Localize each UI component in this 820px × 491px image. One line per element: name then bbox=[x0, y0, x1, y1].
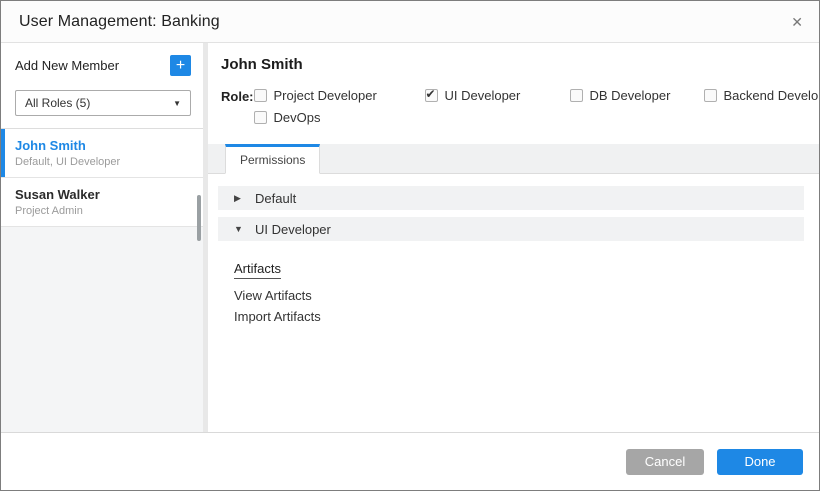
member-item-john-smith[interactable]: John Smith Default, UI Developer bbox=[1, 129, 203, 178]
permission-item-view-artifacts: View Artifacts bbox=[234, 288, 804, 303]
tab-permissions[interactable]: Permissions bbox=[225, 144, 320, 174]
dialog-body: Add New Member + All Roles (5) ▼ John Sm… bbox=[1, 43, 819, 432]
chevron-down-icon: ▼ bbox=[234, 224, 246, 234]
accordion-label: UI Developer bbox=[255, 222, 331, 237]
member-name: John Smith bbox=[15, 138, 189, 153]
cancel-button[interactable]: Cancel bbox=[626, 449, 704, 475]
checkbox-label: Backend Developer bbox=[724, 88, 820, 103]
permission-groups-accordion: ▶ Default ▼ UI Developer bbox=[218, 186, 804, 241]
chevron-down-icon: ▼ bbox=[173, 99, 181, 108]
detail-tabbar: Permissions bbox=[208, 144, 819, 174]
checkbox-db-developer[interactable]: DB Developer bbox=[570, 88, 704, 103]
members-sidebar: Add New Member + All Roles (5) ▼ John Sm… bbox=[1, 43, 203, 432]
chevron-right-icon: ▶ bbox=[234, 193, 246, 204]
member-list: John Smith Default, UI Developer Susan W… bbox=[1, 129, 203, 227]
role-assignment-row: Role: Project Developer UI Developer DB … bbox=[221, 88, 804, 125]
dialog-footer: Cancel Done bbox=[1, 432, 819, 490]
sidebar-header: Add New Member + All Roles (5) ▼ bbox=[1, 43, 203, 129]
checkbox-icon[interactable] bbox=[570, 89, 583, 102]
dialog-title: User Management: Banking bbox=[19, 13, 220, 31]
checkbox-checked-icon[interactable] bbox=[425, 89, 438, 102]
accordion-label: Default bbox=[255, 191, 296, 206]
member-name: Susan Walker bbox=[15, 187, 189, 202]
member-detail-panel: John Smith Role: Project Developer UI De… bbox=[208, 43, 819, 432]
add-member-row: Add New Member + bbox=[15, 52, 191, 78]
member-roles: Default, UI Developer bbox=[15, 156, 189, 168]
permissions-section-title: Artifacts bbox=[234, 261, 281, 279]
close-icon[interactable]: ✕ bbox=[791, 15, 803, 29]
checkbox-label: DevOps bbox=[274, 110, 321, 125]
role-checkbox-grid: Project Developer UI Developer DB Develo… bbox=[254, 88, 820, 125]
roles-filter-value: All Roles (5) bbox=[25, 96, 90, 110]
accordion-row-ui-developer[interactable]: ▼ UI Developer bbox=[218, 217, 804, 241]
roles-filter-select[interactable]: All Roles (5) ▼ bbox=[15, 90, 191, 116]
checkbox-icon[interactable] bbox=[704, 89, 717, 102]
checkbox-label: UI Developer bbox=[445, 88, 521, 103]
checkbox-devops[interactable]: DevOps bbox=[254, 110, 425, 125]
member-roles: Project Admin bbox=[15, 205, 189, 217]
checkbox-label: Project Developer bbox=[274, 88, 377, 103]
add-member-label: Add New Member bbox=[15, 58, 119, 73]
sidebar-scrollbar-thumb[interactable] bbox=[197, 195, 201, 241]
checkbox-icon[interactable] bbox=[254, 111, 267, 124]
checkbox-backend-developer[interactable]: Backend Developer bbox=[704, 88, 820, 103]
checkbox-label: DB Developer bbox=[590, 88, 671, 103]
user-management-dialog: User Management: Banking ✕ Add New Membe… bbox=[0, 0, 820, 491]
dialog-titlebar: User Management: Banking ✕ bbox=[1, 1, 819, 43]
role-label: Role: bbox=[221, 88, 254, 104]
done-button[interactable]: Done bbox=[717, 449, 803, 475]
checkbox-ui-developer[interactable]: UI Developer bbox=[425, 88, 570, 103]
checkbox-project-developer[interactable]: Project Developer bbox=[254, 88, 425, 103]
checkbox-icon[interactable] bbox=[254, 89, 267, 102]
member-item-susan-walker[interactable]: Susan Walker Project Admin bbox=[1, 178, 203, 227]
permissions-detail: Artifacts View Artifacts Import Artifact… bbox=[234, 260, 804, 324]
permission-item-import-artifacts: Import Artifacts bbox=[234, 309, 804, 324]
add-member-button[interactable]: + bbox=[170, 55, 191, 76]
accordion-row-default[interactable]: ▶ Default bbox=[218, 186, 804, 210]
selected-member-title: John Smith bbox=[221, 56, 804, 73]
